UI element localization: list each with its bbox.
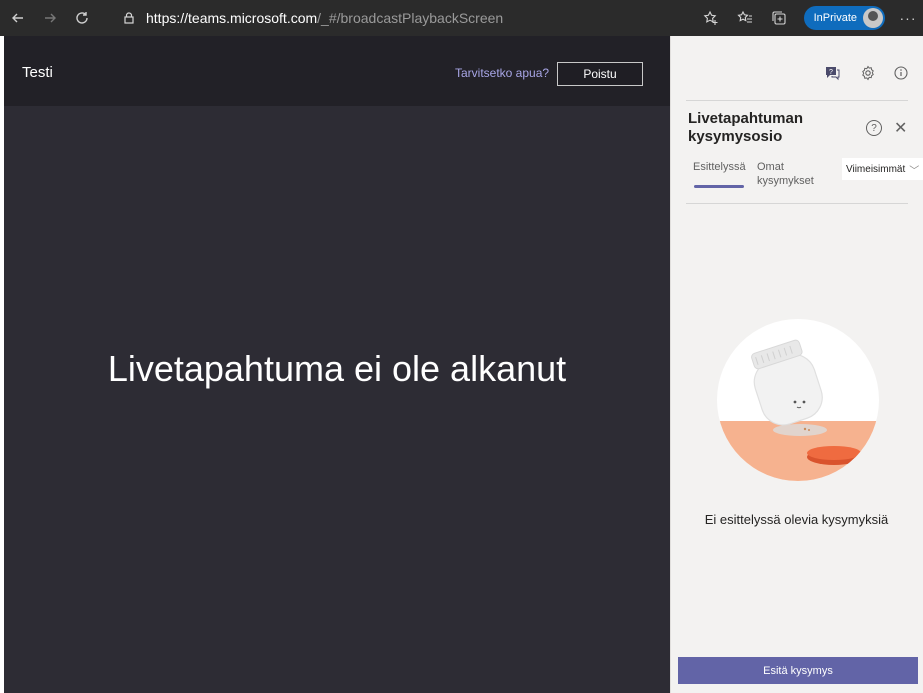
broadcast-stage: Testi Tarvitsetko apua? Poistu Livetapah… <box>4 36 670 693</box>
sort-dropdown[interactable]: Viimeisimmät ﹀ <box>842 158 923 180</box>
panel-toolbar: ? <box>670 36 923 100</box>
info-icon[interactable] <box>892 64 910 82</box>
forward-button[interactable] <box>36 4 64 32</box>
tabs-divider <box>686 203 908 204</box>
chevron-down-icon: ﹀ <box>909 165 920 177</box>
collections-icon <box>772 11 786 25</box>
panel-border <box>670 36 671 693</box>
panel-divider <box>686 100 908 101</box>
close-icon[interactable]: ✕ <box>894 118 907 138</box>
active-tab-indicator <box>694 185 744 188</box>
tab-featured[interactable]: Esittelyssä <box>693 160 746 174</box>
back-icon <box>12 13 23 23</box>
url-host: https://teams.microsoft.com <box>146 10 318 26</box>
collections-button[interactable] <box>762 4 796 32</box>
event-status-message: Livetapahtuma ei ole alkanut <box>107 348 567 389</box>
refresh-button[interactable] <box>68 4 96 32</box>
event-title: Testi <box>22 64 53 81</box>
refresh-icon <box>76 12 88 24</box>
browser-toolbar: https://teams.microsoft.com/_#/broadcast… <box>0 0 923 36</box>
help-link[interactable]: Tarvitsetko apua? <box>455 66 549 80</box>
favorites-button[interactable] <box>728 4 762 32</box>
inprivate-label: InPrivate <box>813 12 857 24</box>
ask-question-button[interactable]: Esitä kysymys <box>678 657 918 684</box>
leave-button[interactable]: Poistu <box>557 62 643 86</box>
stage-header: Testi Tarvitsetko apua? Poistu <box>4 36 670 106</box>
favorite-add-icon <box>703 10 718 25</box>
help-icon[interactable]: ? <box>866 120 882 136</box>
svg-text:?: ? <box>829 69 833 76</box>
back-button[interactable] <box>4 4 32 32</box>
favorites-icon <box>736 10 752 23</box>
lock-icon <box>120 9 138 27</box>
browser-actions: InPrivate ··· <box>694 0 923 36</box>
settings-icon[interactable] <box>859 64 877 82</box>
tab-my-questions[interactable]: Omat kysymykset <box>757 160 817 188</box>
qa-side-panel: ? Livetapahtuman kysymysosio ? ✕ Esittel… <box>670 36 923 693</box>
empty-jar-illustration <box>717 319 879 481</box>
favorite-add-button[interactable] <box>694 4 728 32</box>
profile-avatar <box>863 8 883 28</box>
more-icon[interactable]: ··· <box>893 10 923 26</box>
address-bar[interactable]: https://teams.microsoft.com/_#/broadcast… <box>120 6 503 30</box>
url-path: /_#/broadcastPlaybackScreen <box>317 10 504 26</box>
qa-title: Livetapahtuman kysymysosio <box>688 110 804 145</box>
qa-icon[interactable]: ? <box>823 64 841 82</box>
sort-label: Viimeisimmät <box>846 163 906 175</box>
inprivate-badge[interactable]: InPrivate <box>803 6 885 30</box>
empty-state-message: Ei esittelyssä olevia kysymyksiä <box>704 512 889 527</box>
forward-icon <box>45 13 56 23</box>
